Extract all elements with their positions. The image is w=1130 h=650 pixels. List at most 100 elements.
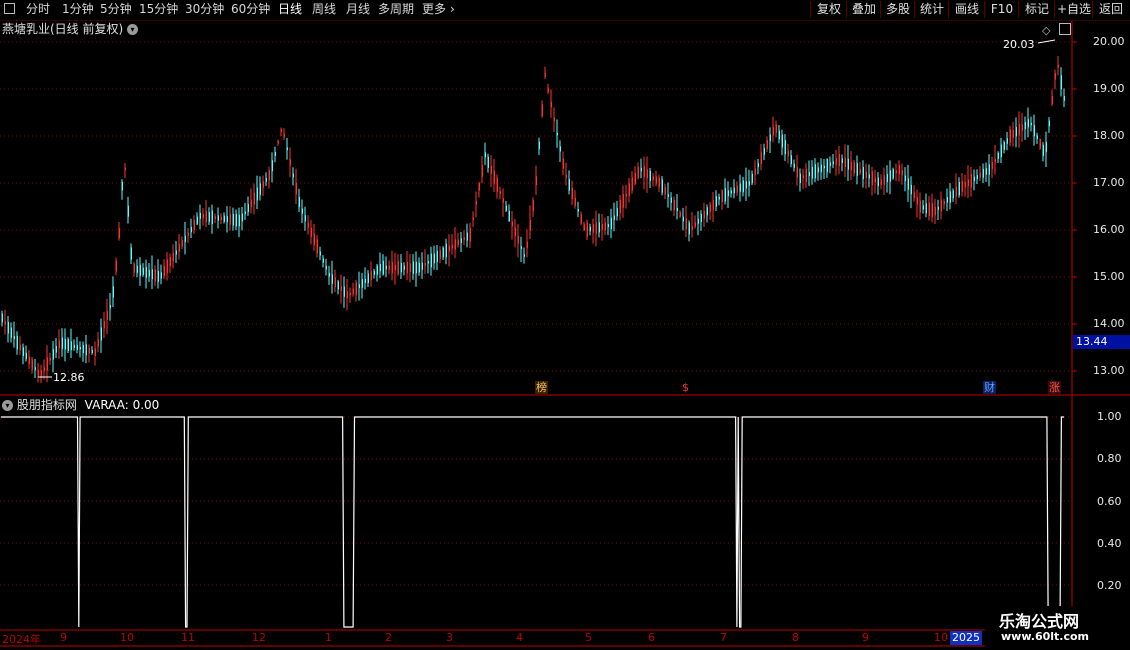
candle-body <box>394 264 396 271</box>
candle-body <box>856 163 858 176</box>
candle-body <box>247 203 249 213</box>
candle-body <box>472 217 474 221</box>
candle-body <box>565 174 567 179</box>
candle-body <box>271 160 273 172</box>
candle-body <box>760 152 762 164</box>
candle-body <box>385 265 387 270</box>
candle-body <box>181 240 183 247</box>
window-toggle-icon[interactable] <box>1059 23 1071 35</box>
candle-body <box>454 239 456 250</box>
finance-marker-icon[interactable]: 财 <box>983 381 996 394</box>
candle-body <box>571 187 573 199</box>
candle-body <box>649 170 651 181</box>
candle-body <box>940 199 942 212</box>
candle-body <box>1039 138 1041 149</box>
candle-body <box>835 158 837 165</box>
candle-body <box>841 158 843 163</box>
candle-body <box>364 278 366 283</box>
candle-body <box>340 286 342 291</box>
dividend-marker-icon[interactable]: $ <box>681 381 690 394</box>
candle-body <box>115 260 117 272</box>
candle-body <box>205 211 207 223</box>
candle-body <box>550 101 552 108</box>
candle-body <box>463 237 465 240</box>
candle-body <box>592 224 594 233</box>
candle-body <box>376 265 378 275</box>
candle-body <box>145 266 147 278</box>
y-tick: 18.00 <box>1093 129 1125 142</box>
candle-body <box>895 170 897 174</box>
month-label: 4 <box>516 631 523 644</box>
candle-body <box>985 168 987 175</box>
candle-body <box>184 235 186 243</box>
candle-body <box>847 158 849 170</box>
candle-body <box>238 214 240 227</box>
candle-body <box>1012 129 1014 138</box>
candle-body <box>97 339 99 347</box>
candle-body <box>1036 135 1038 139</box>
candle-body <box>691 225 693 230</box>
chart-canvas[interactable] <box>0 0 1130 650</box>
chevron-down-icon[interactable]: ▾ <box>127 24 139 35</box>
candle-body <box>262 181 264 188</box>
candle-body <box>817 167 819 173</box>
high-price-label: 20.03 <box>1003 38 1035 51</box>
candle-body <box>280 129 282 132</box>
candle-body <box>82 344 84 353</box>
candle-body <box>610 217 612 230</box>
candle-body <box>460 238 462 243</box>
list-marker-icon[interactable]: 榜 <box>535 381 548 394</box>
candle-body <box>67 338 69 352</box>
candle-body <box>805 168 807 183</box>
candle-body <box>34 367 36 371</box>
candle-body <box>1033 125 1035 137</box>
candle-body <box>430 253 432 268</box>
y-tick: 14.00 <box>1093 317 1125 330</box>
candle-body <box>976 175 978 179</box>
candle-body <box>973 176 975 182</box>
candle-body <box>127 205 129 217</box>
candle-body <box>634 172 636 184</box>
candle-body <box>763 148 765 155</box>
candle-body <box>76 344 78 350</box>
month-label: 11 <box>181 631 195 644</box>
candle-body <box>334 277 336 288</box>
candle-body <box>1063 96 1065 101</box>
candle-body <box>49 357 51 361</box>
diamond-icon[interactable]: ◇ <box>1042 24 1050 37</box>
candle-body <box>1015 127 1017 137</box>
price-annotations <box>38 39 1056 378</box>
candle-body <box>502 198 504 203</box>
candle-body <box>514 227 516 237</box>
chart-frame <box>0 21 1130 647</box>
candle-body <box>148 270 150 277</box>
limit-up-marker-icon[interactable]: 涨 <box>1048 381 1061 394</box>
candle-body <box>826 158 828 173</box>
candle-body <box>55 346 57 353</box>
month-label: 9 <box>60 631 67 644</box>
candle-body <box>1024 121 1026 129</box>
candle-body <box>424 262 426 266</box>
candle-body <box>646 169 648 179</box>
candle-body <box>886 174 888 183</box>
candle-body <box>412 261 414 274</box>
candle-body <box>382 260 384 275</box>
candle-body <box>958 182 960 196</box>
candle-body <box>109 304 111 309</box>
candle-body <box>358 284 360 288</box>
watermark: 乐淘公式网 www.60lt.com <box>985 606 1130 650</box>
candle-body <box>661 179 663 193</box>
candle-body <box>919 200 921 213</box>
chevron-down-icon[interactable]: ▾ <box>2 400 13 411</box>
y-tick: 19.00 <box>1093 82 1125 95</box>
candle-body <box>274 152 276 156</box>
month-label: 2 <box>385 631 392 644</box>
candle-body <box>808 172 810 177</box>
candle-body <box>277 141 279 144</box>
candle-body <box>736 185 738 193</box>
candle-body <box>682 216 684 222</box>
candle-body <box>538 141 540 150</box>
candle-body <box>187 232 189 236</box>
candle-body <box>310 227 312 237</box>
candle-body <box>700 213 702 223</box>
